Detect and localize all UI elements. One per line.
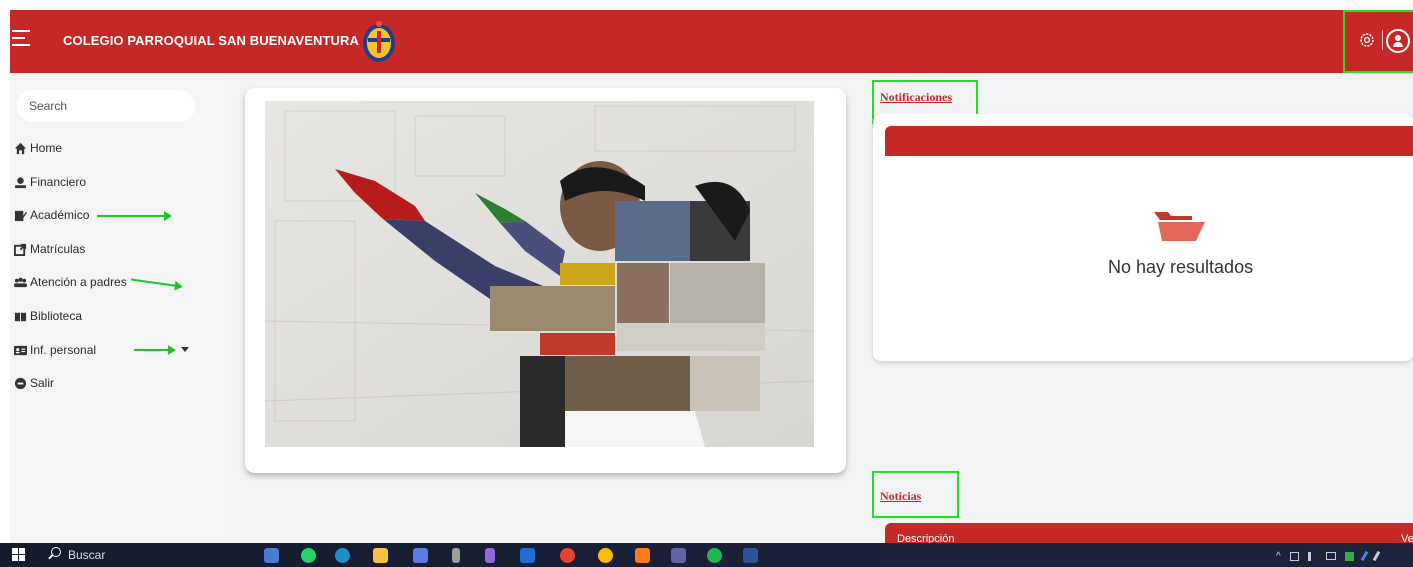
id-card-icon bbox=[14, 345, 27, 355]
file-explorer-icon[interactable] bbox=[373, 548, 388, 563]
annotation-arrow bbox=[131, 278, 181, 288]
notifications-title[interactable]: Notificaciones bbox=[880, 90, 952, 105]
windows-start-icon[interactable] bbox=[12, 548, 26, 562]
app-icon[interactable] bbox=[413, 548, 428, 563]
sidebar-item-biblioteca[interactable]: Biblioteca bbox=[14, 307, 82, 325]
users-icon bbox=[14, 277, 27, 287]
sidebar-item-home[interactable]: Home bbox=[14, 139, 62, 157]
book-icon bbox=[14, 312, 27, 321]
network-icon[interactable] bbox=[1325, 552, 1336, 560]
app-window: COLEGIO PARROQUIAL SAN BUENAVENTURA Home… bbox=[0, 0, 1413, 567]
sidebar-item-inf-personal[interactable]: Inf. personal bbox=[14, 341, 96, 359]
app-icon[interactable] bbox=[635, 548, 650, 563]
volume-icon[interactable] bbox=[1307, 551, 1317, 561]
chevron-up-icon[interactable]: ^ bbox=[1276, 551, 1281, 562]
sidebar-item-financiero[interactable]: Financiero bbox=[14, 173, 86, 191]
annotation-arrow bbox=[134, 345, 176, 355]
sidebar-item-matriculas[interactable]: Matrículas bbox=[14, 240, 85, 258]
sidebar-item-academico[interactable]: Académico bbox=[14, 206, 89, 224]
menu-toggle-icon[interactable] bbox=[12, 30, 32, 50]
sidebar-item-label: Académico bbox=[30, 208, 90, 222]
pen-tray-icon[interactable] bbox=[1372, 550, 1381, 562]
sidebar-item-label: Atención a padres bbox=[30, 275, 127, 289]
spotify-icon[interactable] bbox=[707, 548, 722, 563]
teams-icon[interactable] bbox=[264, 548, 279, 563]
battery-icon[interactable] bbox=[1289, 551, 1299, 561]
news-title[interactable]: Noticias bbox=[880, 489, 921, 504]
taskbar-search-label[interactable]: Buscar bbox=[68, 548, 105, 562]
sidebar-item-label: Financiero bbox=[30, 175, 87, 189]
search-input[interactable] bbox=[17, 90, 195, 122]
empty-state-text: No hay resultados bbox=[1108, 257, 1254, 277]
banner-photo bbox=[265, 101, 814, 447]
top-navbar: COLEGIO PARROQUIAL SAN BUENAVENTURA bbox=[10, 10, 1413, 73]
app-icon[interactable] bbox=[452, 548, 460, 563]
notifications-header-bar bbox=[885, 126, 1413, 156]
power-icon bbox=[14, 377, 27, 389]
search-icon[interactable] bbox=[51, 547, 61, 557]
banner-card bbox=[245, 88, 846, 473]
sidebar-item-label: Inf. personal bbox=[30, 343, 97, 357]
sidebar: Home Financiero Académico Matrículas Ate… bbox=[10, 73, 225, 543]
pen-app-icon[interactable] bbox=[485, 548, 495, 563]
whatsapp-icon[interactable] bbox=[301, 548, 316, 563]
outlook-icon[interactable] bbox=[520, 548, 535, 563]
user-avatar-icon[interactable] bbox=[1386, 29, 1410, 53]
chevron-down-icon[interactable] bbox=[181, 347, 189, 352]
school-crest-logo bbox=[363, 21, 395, 62]
user-circle-icon bbox=[14, 176, 27, 188]
annotation-arrow bbox=[97, 211, 172, 221]
sidebar-item-atencion-padres[interactable]: Atención a padres bbox=[14, 273, 127, 291]
sidebar-item-label: Matrículas bbox=[30, 242, 86, 256]
edge-icon[interactable] bbox=[335, 548, 350, 563]
sidebar-item-label: Salir bbox=[30, 376, 55, 390]
folder-open-icon bbox=[1154, 212, 1205, 241]
sidebar-item-label: Biblioteca bbox=[30, 309, 83, 323]
chrome-icon[interactable] bbox=[598, 548, 613, 563]
home-icon bbox=[14, 142, 27, 154]
sidebar-item-label: Home bbox=[30, 141, 63, 155]
edit-icon bbox=[14, 210, 27, 221]
word-icon[interactable] bbox=[743, 548, 758, 563]
school-name: COLEGIO PARROQUIAL SAN BUENAVENTURA bbox=[63, 33, 360, 48]
teams-icon[interactable] bbox=[671, 548, 686, 563]
divider bbox=[1382, 30, 1383, 50]
chrome-icon[interactable] bbox=[560, 548, 575, 563]
external-link-icon bbox=[14, 243, 27, 256]
system-tray: ^ bbox=[1276, 550, 1396, 562]
app-tray-icon[interactable] bbox=[1344, 551, 1354, 561]
gear-icon[interactable] bbox=[1358, 31, 1376, 49]
pen-tray-icon[interactable] bbox=[1360, 550, 1369, 562]
sidebar-item-salir[interactable]: Salir bbox=[14, 374, 54, 392]
